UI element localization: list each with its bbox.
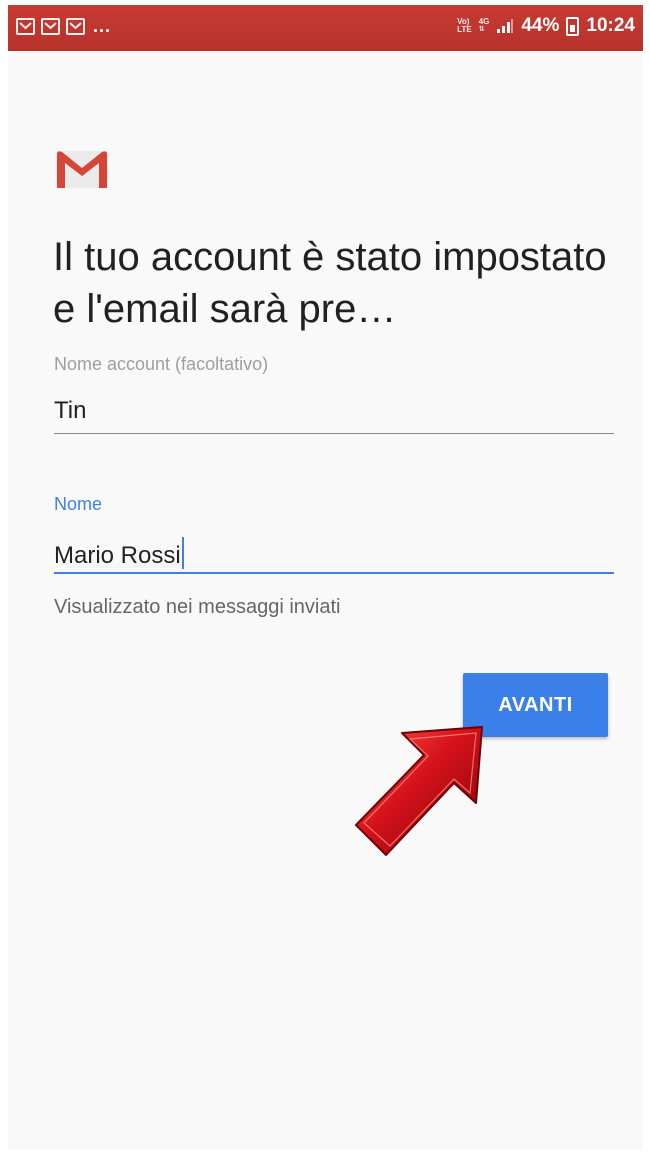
- name-input[interactable]: Mario Rossi: [54, 537, 184, 570]
- clock: 10:24: [586, 15, 635, 36]
- text-cursor: [181, 537, 184, 569]
- name-label: Nome: [54, 494, 103, 514]
- email-notification-icon: [41, 18, 60, 35]
- signal-icon: [497, 19, 514, 33]
- page-title: Il tuo account è stato impostato e l'ema…: [53, 235, 607, 331]
- red-arrow-annotation-icon: [355, 726, 483, 856]
- name-input-value: Mario Rossi: [54, 542, 181, 569]
- name-helper-text: Visualizzato nei messaggi inviati: [54, 596, 341, 618]
- notification-area: ...: [16, 16, 111, 37]
- account-name-underline: [54, 433, 614, 434]
- email-notification-icon: [16, 18, 35, 35]
- name-underline: [54, 572, 614, 574]
- more-notifications-indicator: ...: [93, 16, 112, 36]
- account-name-label: Nome account (facoltativo): [54, 354, 269, 374]
- screen: ... Vo) LTE 4G ⇅ 44% 10:24 Il tuo accoun…: [8, 5, 643, 1150]
- status-bar: ... Vo) LTE 4G ⇅ 44% 10:24: [8, 5, 643, 51]
- network-label: 4G: [478, 17, 490, 26]
- battery-percent: 44%: [521, 15, 560, 36]
- network-type-icon: 4G ⇅: [478, 17, 490, 34]
- system-indicators: Vo) LTE 4G ⇅ 44% 10:24: [457, 15, 635, 37]
- volte-icon: Vo) LTE: [457, 18, 472, 34]
- lte-label: LTE: [457, 25, 472, 34]
- battery-icon: [566, 16, 580, 36]
- gmail-logo-icon: [56, 151, 108, 188]
- account-name-input[interactable]: Tin: [54, 397, 86, 425]
- email-notification-icon: [66, 18, 85, 35]
